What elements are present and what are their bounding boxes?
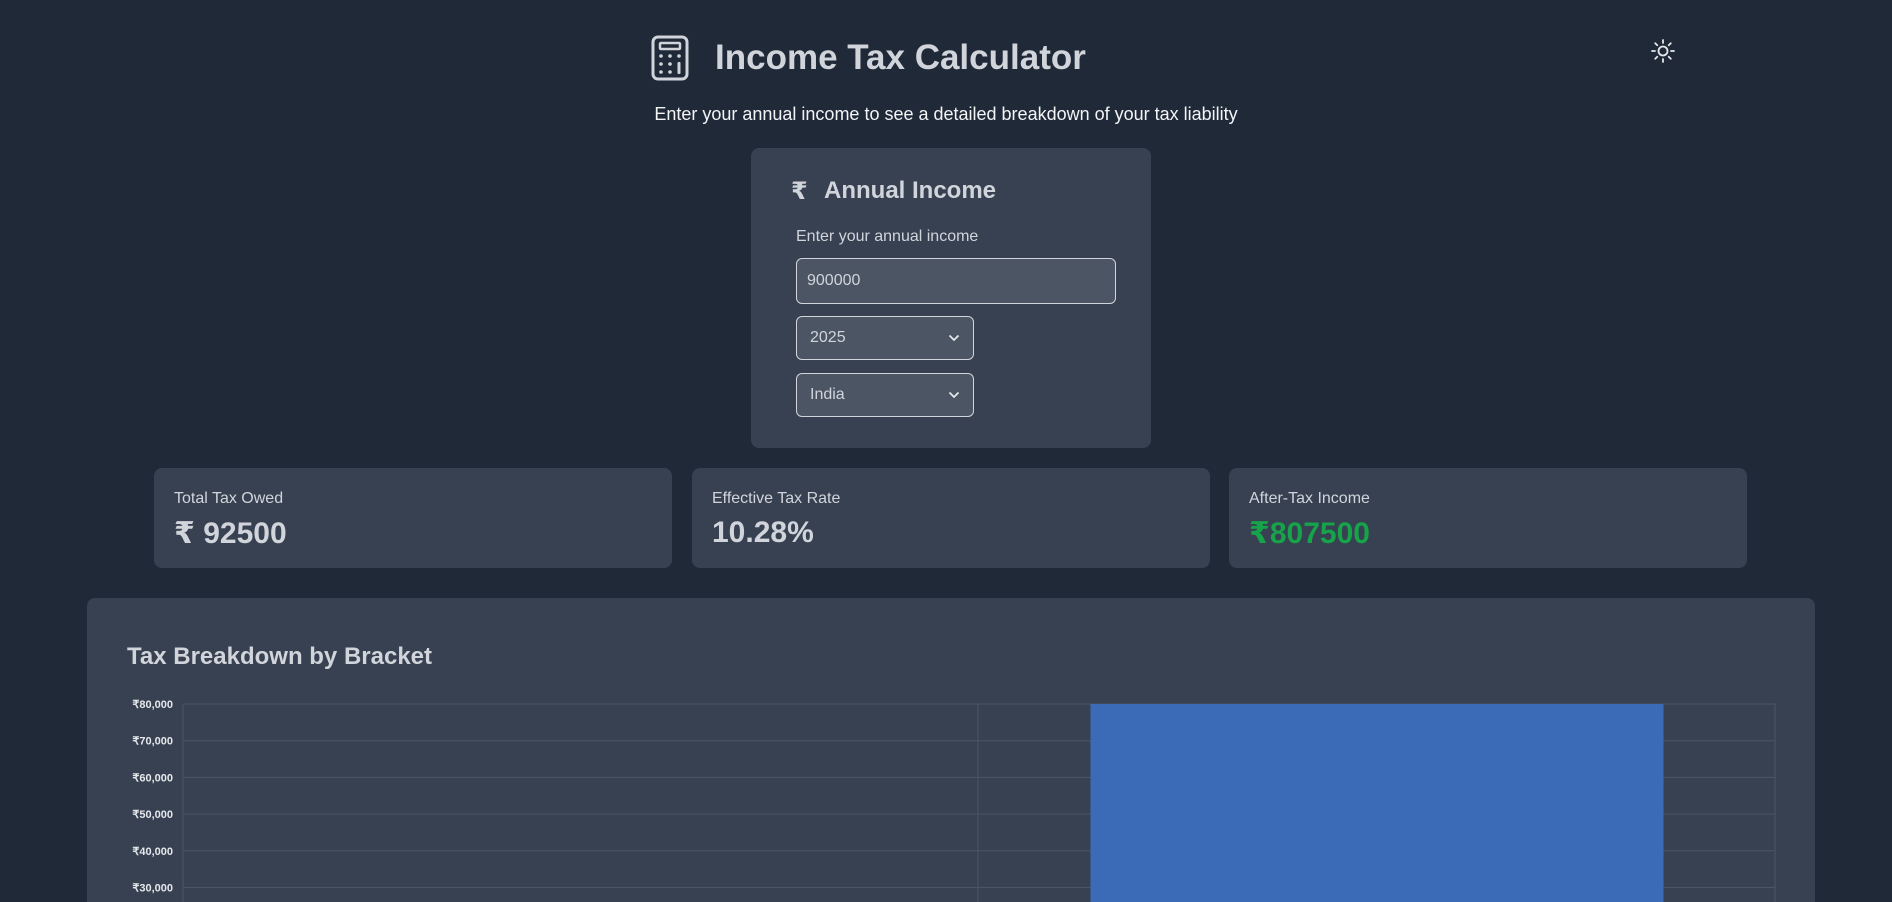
- sun-icon: [1651, 39, 1675, 63]
- calculator-icon: [651, 35, 689, 81]
- income-card-title: Annual Income: [824, 177, 997, 204]
- effective-rate-value: 10.28%: [712, 516, 814, 549]
- after-tax-label: After-Tax Income: [1249, 490, 1370, 507]
- page: Income Tax Calculator Enter your annual …: [0, 0, 1892, 902]
- effective-rate-card: Effective Tax Rate 10.28%: [692, 468, 1210, 568]
- chart-y-tick-label: ₹70,000: [132, 736, 173, 748]
- country-select[interactable]: India: [796, 373, 974, 417]
- effective-rate-label: Effective Tax Rate: [712, 490, 841, 507]
- header: Income Tax Calculator: [0, 30, 1892, 86]
- income-card: ₹ Annual Income Enter your annual income…: [751, 148, 1151, 448]
- chart-card: Tax Breakdown by Bracket ₹80,000 ₹70,000 ₹…: [87, 598, 1815, 902]
- after-tax-value: ₹807500: [1249, 517, 1370, 550]
- total-tax-label: Total Tax Owed: [174, 490, 284, 507]
- rupee-icon: ₹: [791, 177, 808, 205]
- chart-y-tick-label: ₹40,000: [132, 846, 173, 858]
- chart-y-tick-label: ₹30,000: [132, 883, 173, 895]
- income-input[interactable]: [796, 258, 1116, 304]
- tax-bracket-chart: ₹80,000 ₹70,000 ₹60,000 ₹50,000 ₹40,000 ₹30,0…: [132, 699, 1776, 902]
- theme-toggle-button[interactable]: [1650, 38, 1676, 64]
- income-field-label: Enter your annual income: [796, 228, 979, 245]
- country-select-value: India: [810, 386, 845, 403]
- chart-y-tick-label: ₹50,000: [132, 809, 173, 821]
- chart-y-tick-label: ₹80,000: [132, 699, 173, 711]
- chart-y-tick-label: ₹60,000: [132, 772, 173, 784]
- income-card-heading: ₹ Annual Income: [791, 174, 996, 208]
- year-select-value: 2025: [810, 329, 846, 346]
- total-tax-card: Total Tax Owed ₹ 92500: [154, 468, 672, 568]
- page-subtitle: Enter your annual income to see a detail…: [654, 104, 1238, 124]
- year-select[interactable]: 2025: [796, 316, 974, 360]
- total-tax-value: ₹ 92500: [174, 517, 287, 550]
- chevron-down-icon: [948, 334, 960, 342]
- app-title: Income Tax Calculator: [715, 38, 1086, 77]
- chevron-down-icon: [948, 391, 960, 399]
- after-tax-card: After-Tax Income ₹807500: [1229, 468, 1747, 568]
- chart-bar[interactable]: [1090, 704, 1664, 902]
